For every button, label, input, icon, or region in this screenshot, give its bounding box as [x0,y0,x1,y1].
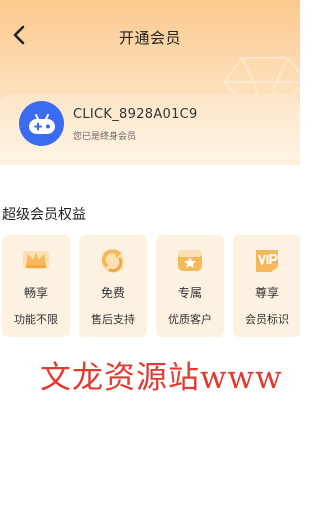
benefit-desc: 功能不限 [14,313,58,326]
crown-icon [23,251,49,269]
vip-icon [256,250,278,272]
robot-icon [28,113,55,134]
benefit-desc: 会员标识 [245,313,289,326]
username: CLICK_8928A01C9 [73,107,198,122]
benefit-desc: 优质客户 [168,313,212,326]
page-title: 开通会员 [118,29,181,47]
vip-page: 开通会员 CLICK_8928A01C9 您已是终身会员 超级会员权益 畅享 功… [0,0,300,512]
benefits-list: 畅享 功能不限 免费 售后支持 专属 优质客户 尊享 会员标识 [0,235,300,337]
refresh-arrow-icon [101,249,124,273]
benefit-name: 尊享 [254,286,279,300]
avatar[interactable] [19,101,64,146]
benefit-card-vip-badge[interactable]: 尊享 会员标识 [233,235,300,337]
star-badge-icon [178,250,202,271]
benefit-name: 专属 [177,286,202,300]
watermark-text: 文龙资源站www [40,360,283,396]
member-status-text: 您已是终身会员 [73,132,137,142]
benefit-name: 畅享 [23,286,48,300]
benefit-name: 免费 [100,286,125,300]
benefit-card-exclusive[interactable]: 专属 优质客户 [156,235,224,337]
benefit-card-support[interactable]: 免费 售后支持 [79,235,147,337]
benefits-section-title: 超级会员权益 [2,207,86,223]
benefit-card-unlimited[interactable]: 畅享 功能不限 [2,235,70,337]
benefit-desc: 售后支持 [91,313,135,326]
